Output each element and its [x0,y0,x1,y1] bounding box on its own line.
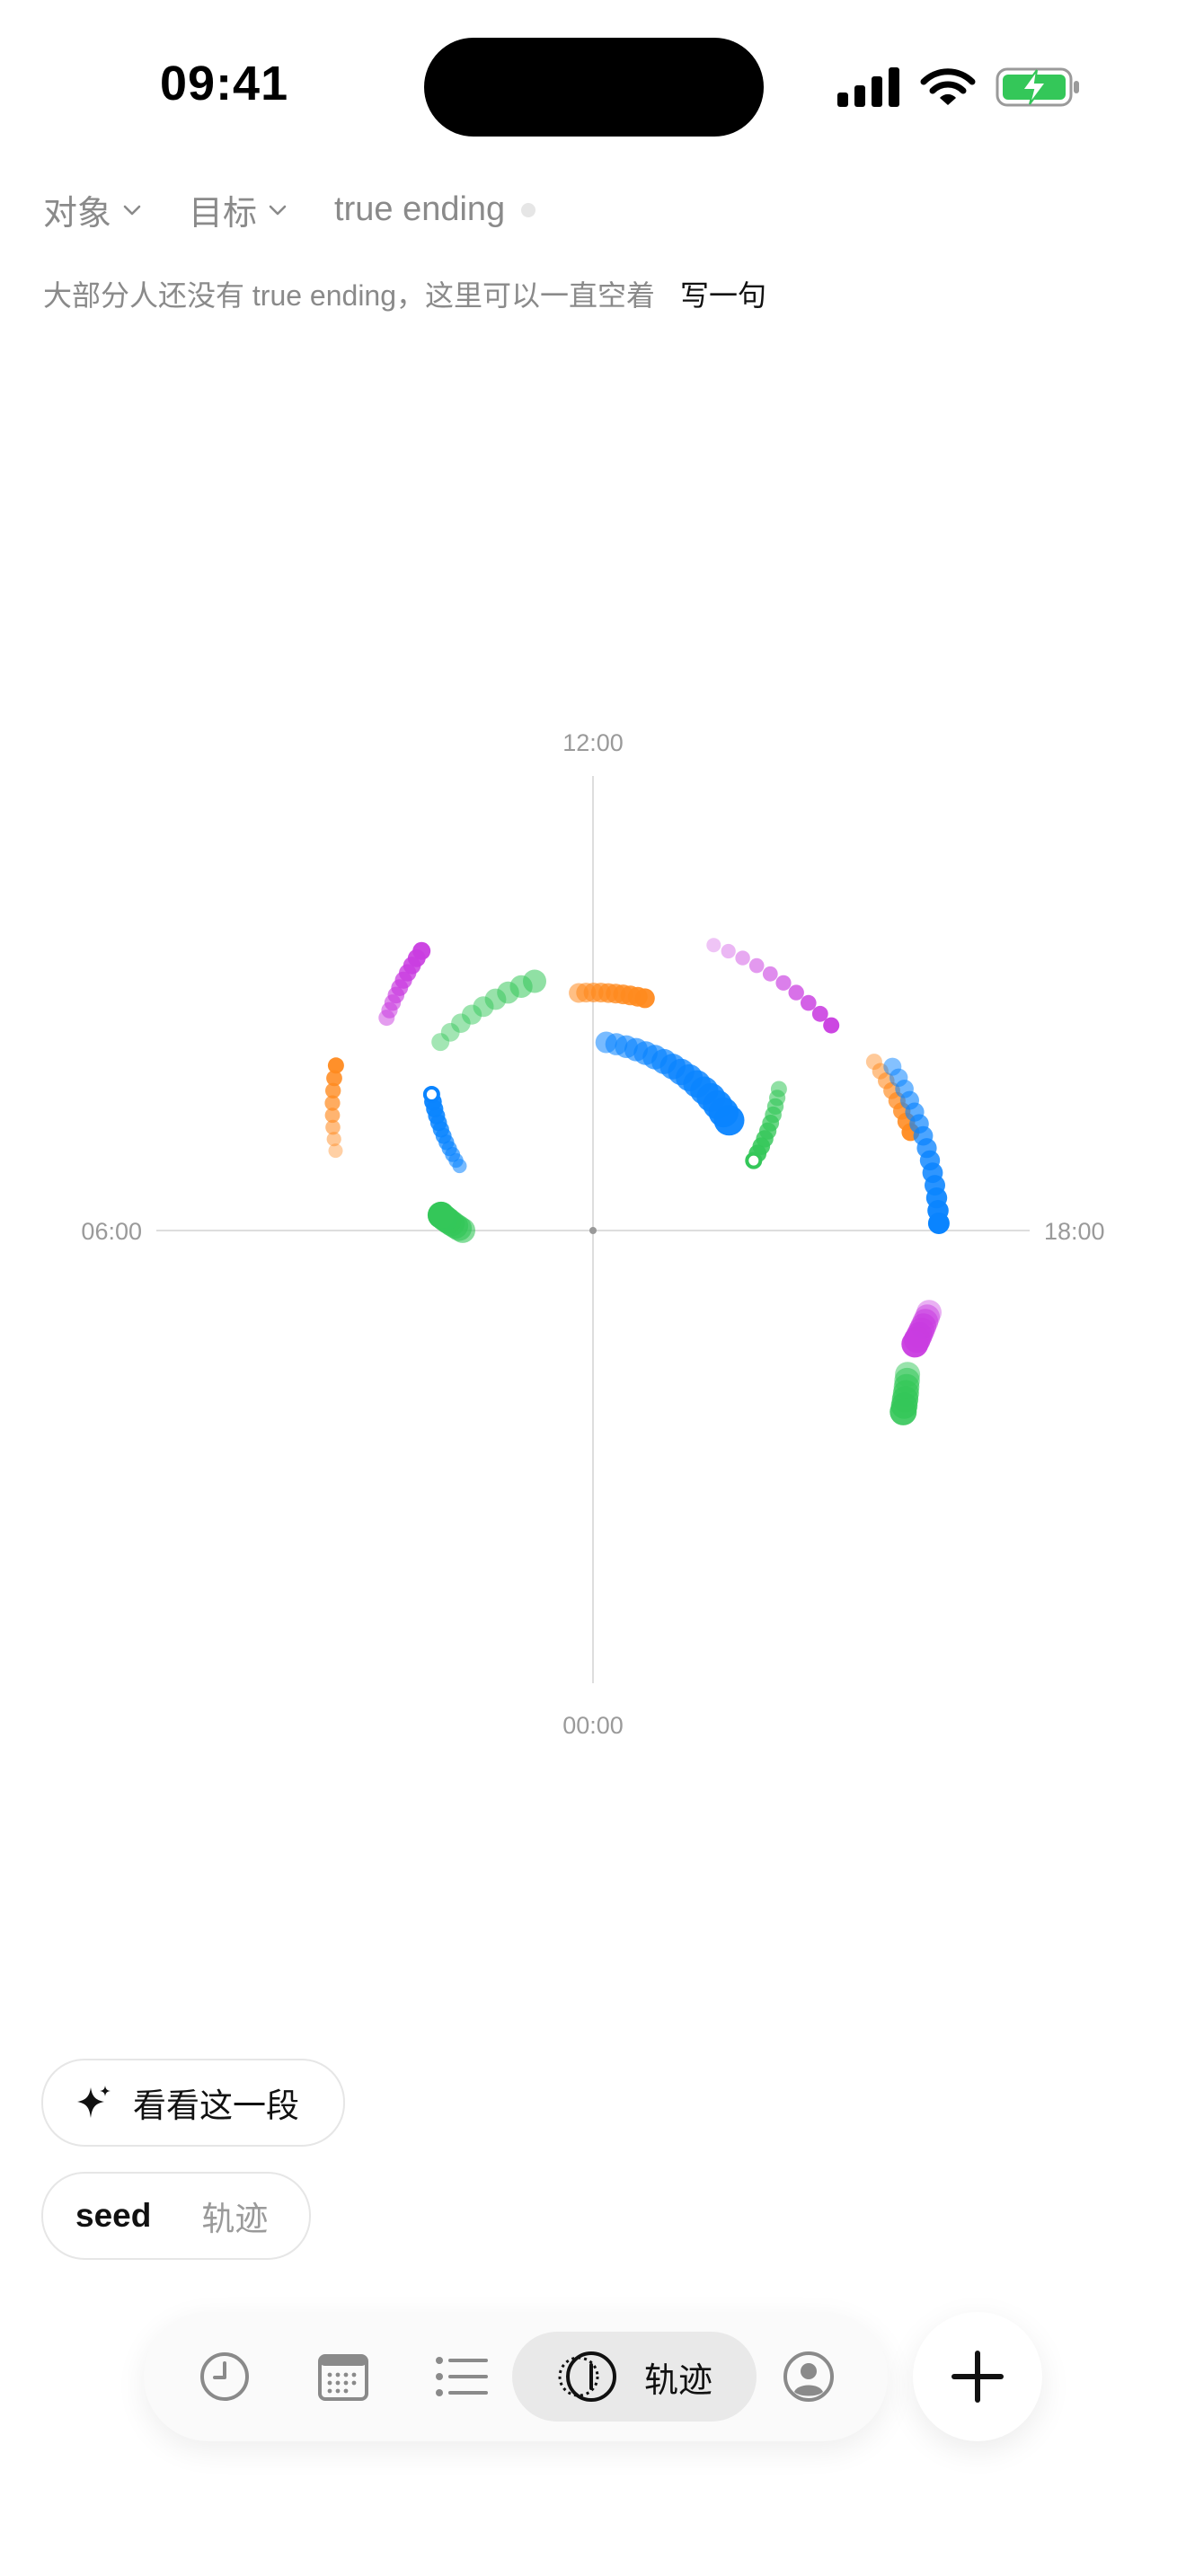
trail-8-point-0 [706,938,721,953]
bottom-nav: 轨迹 [144,2312,888,2441]
trail-1-point-15 [713,1105,745,1136]
write-sentence-link[interactable]: 写一句 [680,273,766,314]
sparkle-icon [77,2086,111,2118]
seed-trail-toggle[interactable]: seed 轨迹 [41,2172,311,2260]
seed-option[interactable]: seed [75,2197,151,2235]
nav-trajectory-label: 轨迹 [643,2361,712,2400]
trajectory-chart: 12:00 06:00 18:00 00:00 [81,729,1105,1739]
target-filter-label: 对象 [43,195,112,233]
trail-3-point-6 [427,1201,455,1229]
list-icon [436,2357,488,2396]
trail-8-point-9 [823,1017,840,1034]
trail-8-point-8 [811,1005,828,1022]
hint-row: 大部分人还没有 true ending，这里可以一直空着 写一句 [43,273,766,314]
trail-8-point-6 [788,984,804,1001]
true-ending-filter[interactable]: true ending [334,190,536,229]
trail-8-point-3 [748,957,765,974]
clock-icon [200,2352,249,2401]
trail-12-point-6 [890,1398,917,1425]
nav-trajectory[interactable]: 轨迹 [512,2332,757,2422]
trail-5-point-9 [634,988,655,1009]
view-segment-button[interactable]: 看看这一段 [41,2059,345,2147]
true-ending-label: true ending [334,190,506,228]
goal-filter[interactable]: 目标 [189,185,288,234]
trail-option[interactable]: 轨迹 [201,2192,268,2240]
center-dot [589,1227,597,1234]
axis-label-right: 18:00 [1044,1218,1105,1245]
filter-bar: 对象 目标 true ending [43,185,536,234]
user-profile-icon [783,2351,834,2402]
true-ending-status-dot [521,202,536,217]
axis-label-bottom: 00:00 [562,1712,624,1739]
axis-label-left: 06:00 [81,1218,142,1245]
nav-calendar[interactable] [298,2332,388,2422]
goal-filter-label: 目标 [189,195,258,233]
view-segment-label: 看看这一段 [133,2087,299,2124]
plus-icon [951,2351,1004,2403]
nav-profile[interactable] [764,2332,854,2422]
axis-label-top: 12:00 [562,729,624,756]
status-time: 09:41 [160,57,289,110]
target-filter[interactable]: 对象 [43,185,142,234]
wifi-icon [920,68,976,105]
trail-8-point-7 [801,994,817,1011]
trail-7-point-9 [412,941,431,960]
trail-6-point-7 [327,1057,344,1074]
trajectory-icon [558,2351,616,2402]
trail-11-point-7 [901,1330,929,1358]
chevron-down-icon [269,205,287,215]
trajectory-trails [324,938,950,1425]
trail-8-point-5 [775,975,792,991]
status-icons [837,65,1080,110]
trail-8-point-1 [721,943,736,959]
signal-icon [837,67,899,107]
chevron-down-icon [123,205,141,215]
calendar-icon [318,2354,368,2401]
hint-text: 大部分人还没有 true ending，这里可以一直空着 [43,279,656,312]
battery-charging-icon [996,67,1079,107]
trail-10-point-13 [927,1213,950,1234]
trail-0-point-8 [523,969,546,993]
add-button[interactable] [913,2312,1042,2441]
trail-2-point-11 [422,1086,440,1103]
nav-history[interactable] [180,2332,270,2422]
trail-8-point-2 [735,950,750,966]
nav-list[interactable] [417,2332,507,2422]
dynamic-island [424,38,764,137]
trail-8-point-4 [762,966,778,982]
trail-4-point-9 [745,1151,763,1169]
